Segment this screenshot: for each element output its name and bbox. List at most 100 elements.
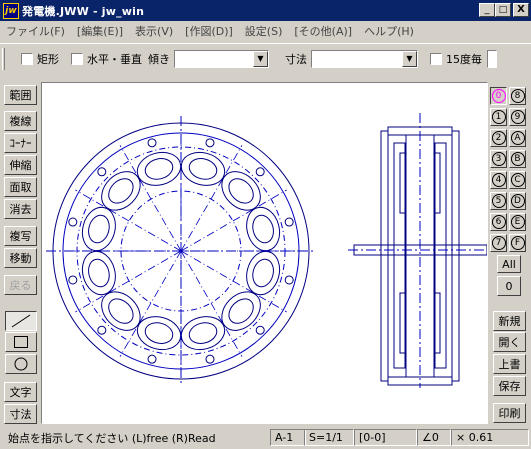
layer-button-0[interactable]: 0 (490, 87, 507, 105)
status-bar: 始点を指示してください (L)free (R)Read A-1 S=1/1 [0… (0, 427, 531, 449)
toolbar-grip[interactable] (2, 47, 5, 70)
slope-label: 傾き (148, 52, 170, 66)
save-button[interactable]: 保存 (493, 376, 526, 396)
deg15-checkbox[interactable] (430, 52, 442, 65)
menu-view[interactable]: 表示(V) (129, 23, 179, 39)
coil-outline (81, 206, 116, 252)
range-button[interactable]: 範囲 (4, 85, 37, 105)
menu-draw[interactable]: [作図(D)] (179, 23, 239, 39)
coil-inner (88, 214, 110, 244)
slope-combo[interactable]: ▼ (174, 49, 269, 68)
layer-button-4[interactable]: 4 (490, 171, 507, 189)
menu-file[interactable]: ファイル(F) (0, 23, 71, 39)
deg15-label: 15度毎 (446, 52, 482, 66)
layer-button-1[interactable]: 1 (490, 108, 507, 126)
minimize-button[interactable]: _ (479, 3, 495, 17)
menu-edit[interactable]: [編集(E)] (71, 23, 129, 39)
bolt-hole (147, 354, 157, 364)
layer-label-2: 2 (491, 131, 506, 145)
layer-all-button[interactable]: All (497, 255, 521, 273)
rotor-radial-line (119, 145, 182, 252)
side-view-part (451, 130, 460, 382)
dimension-button[interactable]: 寸法 (4, 404, 37, 424)
line-icon (11, 314, 31, 328)
circle-tool-button[interactable] (5, 354, 37, 374)
drawing-canvas[interactable] (41, 82, 489, 424)
layer-button-2[interactable]: 2 (490, 129, 507, 147)
coil-outline (221, 291, 261, 331)
stretch-button[interactable]: 伸縮 (4, 155, 37, 175)
layer-button-C[interactable]: C (509, 171, 526, 189)
layer-button-B[interactable]: B (509, 150, 526, 168)
coil-outline (246, 250, 281, 296)
undo-button[interactable]: 戻る (4, 275, 37, 295)
close-button[interactable]: X (513, 3, 529, 17)
text-button[interactable]: 文字 (4, 382, 37, 402)
layer-group-button[interactable]: 0 (497, 276, 521, 296)
layer-label-8: 8 (510, 89, 525, 103)
coil-inner (144, 158, 174, 180)
bolt-hole (97, 167, 107, 177)
overwrite-button[interactable]: 上書 (493, 354, 526, 374)
new-file-button[interactable]: 新規 (493, 311, 526, 331)
layer-button-8[interactable]: 8 (509, 87, 526, 105)
menu-settings[interactable]: 設定(S) (239, 23, 289, 39)
dim-label: 寸法 (285, 52, 307, 66)
bolt-hole (68, 217, 78, 227)
open-file-button[interactable]: 開く (493, 332, 526, 352)
move-button[interactable]: 移動 (4, 248, 37, 268)
hv-checkbox[interactable] (71, 52, 83, 65)
layer-button-E[interactable]: E (509, 213, 526, 231)
paper-size-field[interactable]: A-1 (270, 429, 306, 446)
dim-combo[interactable]: ▼ (311, 49, 418, 68)
layer-label-9: 9 (510, 110, 525, 124)
menu-bar: ファイル(F) [編集(E)] 表示(V) [作図(D)] 設定(S) [その他… (0, 21, 531, 40)
layer-button-A[interactable]: A (509, 129, 526, 147)
group-field[interactable]: [0-0] (354, 429, 417, 446)
coil-inner (144, 322, 174, 344)
chamfer-button[interactable]: 面取 (4, 177, 37, 197)
bolt-hole (205, 354, 215, 364)
app-icon[interactable]: jw (3, 2, 19, 19)
layer-label-D: D (510, 194, 525, 208)
rect-label: 矩形 (37, 52, 59, 66)
erase-button[interactable]: 消去 (4, 199, 37, 219)
layer-label-5: 5 (491, 194, 506, 208)
coil-inner (228, 178, 254, 204)
menu-other[interactable]: [その他(A)] (288, 23, 358, 39)
coil-inner (188, 158, 218, 180)
line-tool-button[interactable] (5, 311, 37, 331)
window-title: 発電機.JWW - jw_win (22, 4, 145, 18)
layer-label-1: 1 (491, 110, 506, 124)
corner-button[interactable]: ｺｰﾅｰ (4, 133, 37, 153)
print-button[interactable]: 印刷 (493, 403, 526, 423)
coil-outline (101, 171, 141, 211)
layer-button-3[interactable]: 3 (490, 150, 507, 168)
bolt-hole (97, 325, 107, 335)
layer-label-F: F (510, 236, 525, 250)
coil-outline (81, 250, 116, 296)
layer-label-E: E (510, 215, 525, 229)
rectangle-tool-button[interactable] (5, 332, 37, 352)
chevron-down-icon[interactable]: ▼ (253, 50, 268, 67)
maximize-button[interactable]: □ (495, 3, 511, 17)
layer-button-5[interactable]: 5 (490, 192, 507, 210)
chevron-down-icon[interactable]: ▼ (402, 50, 417, 67)
extra-checkbox[interactable] (487, 49, 497, 68)
menu-help[interactable]: ヘルプ(H) (358, 23, 420, 39)
coil-inner (252, 258, 274, 288)
angle-field[interactable]: ∠0 (417, 429, 451, 446)
layer-button-9[interactable]: 9 (509, 108, 526, 126)
rect-checkbox[interactable] (21, 52, 33, 65)
layer-button-D[interactable]: D (509, 192, 526, 210)
coil-inner (108, 298, 134, 324)
copy-button[interactable]: 複写 (4, 226, 37, 246)
bolt-hole (147, 138, 157, 148)
zoom-field[interactable]: × 0.61 (451, 429, 529, 446)
layer-button-7[interactable]: 7 (490, 234, 507, 252)
scale-field[interactable]: S=1/1 (304, 429, 354, 446)
coil-outline (180, 151, 226, 186)
layer-button-6[interactable]: 6 (490, 213, 507, 231)
copyline-button[interactable]: 複線 (4, 111, 37, 131)
layer-button-F[interactable]: F (509, 234, 526, 252)
